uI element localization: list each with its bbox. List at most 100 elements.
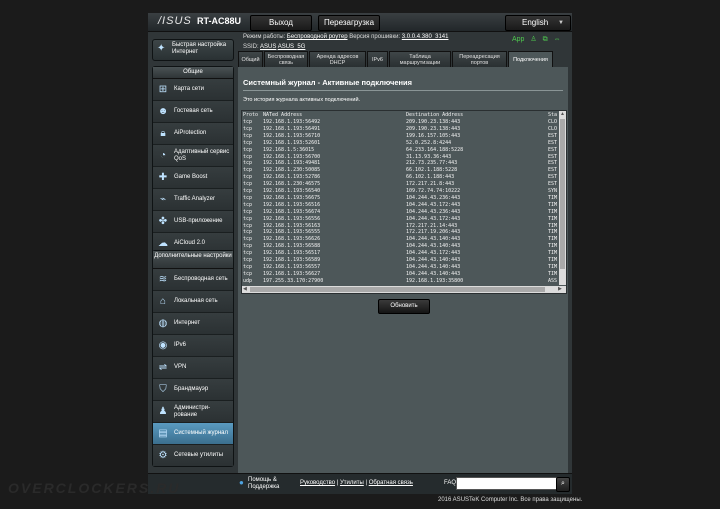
sidebar-item-game-boost[interactable]: ✚ Game Boost — [153, 167, 233, 189]
sidebar-item-label: Адаптивный сервис QoS — [174, 148, 230, 162]
tab-routing-table[interactable]: Таблица маршрутизации — [389, 51, 451, 67]
scroll-left-icon[interactable]: ◀ — [243, 286, 247, 293]
sidebar-item-label: VPN — [174, 364, 187, 370]
sidebar-item-wan[interactable]: ◍ Интернет — [153, 313, 233, 335]
sidebar-item-label: Карта сети — [174, 86, 204, 92]
app-link[interactable]: App — [512, 36, 524, 43]
gamepad-icon: ✚ — [158, 172, 168, 183]
sidebar-item-label: Беспроводная сеть — [174, 276, 228, 282]
wifi-icon: ≋ — [158, 274, 168, 285]
scroll-up-icon[interactable]: ▲ — [560, 111, 565, 118]
cell-state: ASS — [548, 277, 558, 284]
cell-nated-address: 197.255.33.170:27900 — [263, 277, 324, 284]
help-line-1: Помощь & — [248, 477, 277, 483]
sidebar-item-label: AiProtection — [174, 130, 207, 136]
manual-link[interactable]: Руководство — [300, 480, 335, 486]
language-select[interactable]: English ▼ — [505, 15, 571, 31]
firmware-label: Версия прошивки: — [349, 34, 401, 40]
faq-search-input[interactable] — [456, 477, 558, 490]
feedback-link[interactable]: Обратная связь — [369, 480, 413, 486]
tab-port-forwarding[interactable]: Переадресация портов — [452, 51, 507, 67]
sidebar-item-label: Системный журнал — [174, 430, 228, 436]
tab-connections[interactable]: Подключения — [508, 51, 553, 67]
footer-links: Руководство | Утилиты | Обратная связь — [300, 480, 413, 486]
sidebar-item-label: IPv6 — [174, 342, 187, 348]
shield-icon: ⛉ — [159, 384, 167, 395]
asus-logo: /ISUS — [158, 15, 192, 27]
vertical-scrollbar[interactable]: ▲ — [559, 111, 566, 285]
vpn-icon: ⇌ — [158, 362, 168, 373]
status-info: Режим работы: Беспроводной роутер Версия… — [243, 32, 448, 52]
sidebar-item-wireless[interactable]: ≋ Беспроводная сеть — [153, 269, 233, 291]
language-value: English — [522, 18, 549, 27]
sidebar-item-network-tools[interactable]: ⚙ Сетевые утилиты — [153, 445, 233, 466]
connections-log[interactable]: Proto NATed Address Destination Address … — [241, 110, 567, 294]
ssid-label: SSID: — [243, 44, 259, 50]
sidebar-item-firewall[interactable]: ⛉ Брандмауэр — [153, 379, 233, 401]
model-name: RT-AC88U — [197, 16, 242, 26]
router-admin-window: /ISUS RT-AC88U Выход Перезагрузка Englis… — [148, 13, 572, 494]
network-map-icon: ⊞ — [158, 84, 168, 95]
ipv6-globe-icon: ◉ — [158, 340, 168, 351]
header-icons: App ♙ ⧉ ⇔ — [512, 35, 565, 44]
sidebar-item-vpn[interactable]: ⇌ VPN — [153, 357, 233, 379]
sidebar-item-system-log[interactable]: ▤ Системный журнал — [153, 423, 233, 445]
sidebar-item-lan[interactable]: ⌂ Локальная сеть — [153, 291, 233, 313]
chevron-down-icon: ▼ — [558, 20, 564, 26]
quick-setup-button[interactable]: ✦ Быстрая настройка Интернет — [152, 39, 234, 61]
usb-icon[interactable]: ⇔ — [554, 36, 561, 43]
copyright-text: 2016 ASUSTeK Computer Inc. Все права защ… — [438, 497, 583, 503]
help-support-link[interactable]: Помощь & Поддержка — [248, 477, 279, 491]
faq-label: FAQ — [444, 480, 457, 486]
ssid-link-24[interactable]: ASUS — [260, 44, 276, 50]
footer-bar: ● Помощь & Поддержка Руководство | Утили… — [148, 473, 572, 494]
sidebar-item-aiprotection[interactable]: 🔒︎ AiProtection — [153, 123, 233, 145]
admin-user-icon: ♟ — [158, 406, 168, 417]
cloud-icon: ☁ — [158, 238, 168, 249]
sidebar-item-label: USB-приложение — [174, 218, 223, 224]
sidebar-item-qos[interactable]: ◔ Адаптивный сервис QoS — [153, 145, 233, 167]
sidebar-item-label: Локальная сеть — [174, 298, 218, 304]
sidebar-item-network-map[interactable]: ⊞ Карта сети — [153, 79, 233, 101]
sidebar-item-traffic-analyzer[interactable]: ⌁ Traffic Analyzer — [153, 189, 233, 211]
sidebar-item-label: Game Boost — [174, 174, 208, 180]
help-line-2: Поддержка — [248, 484, 280, 490]
vertical-scroll-thumb[interactable] — [560, 119, 565, 269]
utilities-link[interactable]: Утилиты — [340, 480, 364, 486]
cell-destination-address: 192.168.1.193:35800 — [406, 277, 464, 284]
tab-wireless[interactable]: Беспроводная связь — [264, 51, 308, 67]
sidebar-item-usb-app[interactable]: ✤ USB-приложение — [153, 211, 233, 233]
general-menu: Общие ⊞ Карта сети ☻ Гостевая сеть 🔒︎ Ai… — [152, 66, 234, 255]
tab-ipv6[interactable]: IPv6 — [367, 51, 388, 67]
watermark: OVERCLOCKERS.RU — [8, 480, 181, 496]
horizontal-scroll-thumb[interactable] — [250, 287, 545, 292]
refresh-button[interactable]: Обновить — [378, 299, 430, 314]
user-icon[interactable]: ♙ — [530, 36, 536, 43]
logout-button[interactable]: Выход — [250, 15, 312, 31]
copy-icon[interactable]: ⧉ — [543, 36, 548, 43]
advanced-header: Дополнительные настройки — [153, 251, 233, 269]
sidebar-item-label: Администри-рование — [174, 404, 211, 418]
help-icon: ● — [239, 478, 244, 487]
sidebar-item-guest-network[interactable]: ☻ Гостевая сеть — [153, 101, 233, 123]
sidebar-item-label: Сетевые утилиты — [174, 452, 224, 458]
tools-icon: ⚙ — [158, 450, 168, 461]
advanced-menu: Дополнительные настройки ≋ Беспроводная … — [152, 250, 234, 467]
page-title: Системный журнал - Активные подключения — [243, 78, 413, 87]
scroll-right-icon[interactable]: ▶ — [558, 286, 562, 293]
home-icon: ⌂ — [159, 296, 167, 307]
search-button[interactable]: ⌕ — [556, 477, 570, 492]
reboot-button[interactable]: Перезагрузка — [318, 15, 380, 31]
ssid-link-5g[interactable]: ASUS_5G — [278, 44, 306, 50]
sidebar-item-ipv6[interactable]: ◉ IPv6 — [153, 335, 233, 357]
chart-icon: ⌁ — [159, 194, 167, 205]
firmware-link[interactable]: 3.0.0.4.380_3141 — [402, 34, 449, 40]
speedometer-icon: ◔ — [159, 150, 167, 161]
sidebar-item-administration[interactable]: ♟ Администри-рование — [153, 401, 233, 423]
horizontal-scrollbar[interactable]: ◀ ▶ — [242, 286, 566, 293]
tab-dhcp-leases[interactable]: Аренда адресов DHCP — [309, 51, 366, 67]
sidebar-item-label: Гостевая сеть — [174, 108, 213, 114]
tab-general[interactable]: Общий — [238, 51, 263, 67]
quick-setup-label: Быстрая настройка Интернет — [172, 42, 227, 55]
mode-link[interactable]: Беспроводной роутер — [287, 34, 348, 40]
